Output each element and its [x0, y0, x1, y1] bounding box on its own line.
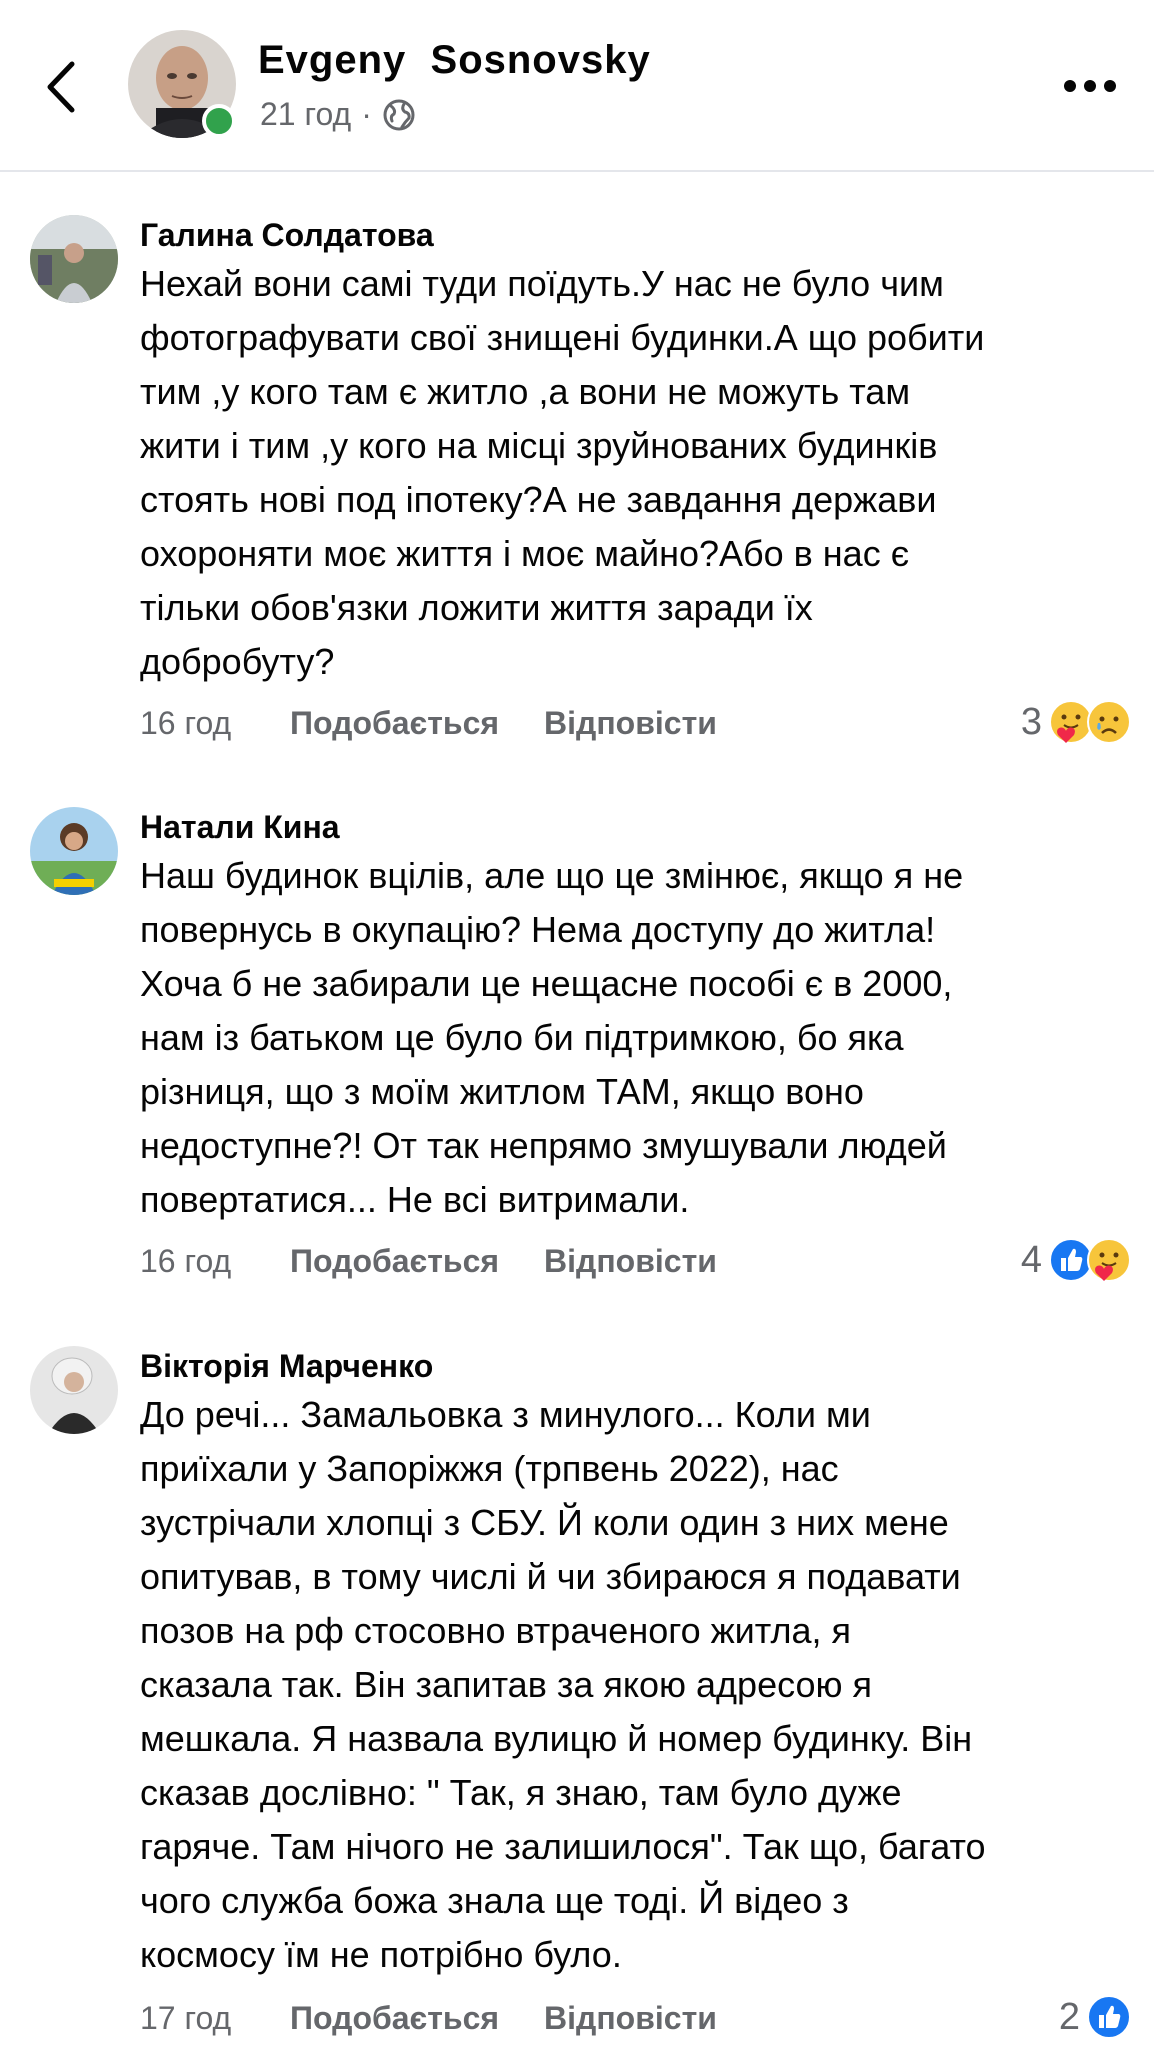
reply-button[interactable]: Відповісти: [544, 2000, 717, 2037]
commenter-name[interactable]: Галина Солдатова: [140, 217, 434, 254]
reply-button[interactable]: Відповісти: [544, 1243, 717, 1280]
like-icon: [1087, 1995, 1131, 2039]
commenter-avatar[interactable]: [30, 215, 118, 303]
more-options-button[interactable]: [1060, 66, 1120, 106]
reply-button[interactable]: Відповісти: [544, 705, 717, 742]
post-time[interactable]: 21 год: [260, 96, 351, 133]
more-dots-icon: [1064, 80, 1116, 92]
comment-time[interactable]: 17 год: [140, 2000, 290, 2037]
back-button[interactable]: [40, 52, 90, 122]
post-header: Evgeny Sosnovsky 21 год ·: [0, 0, 1154, 172]
like-button[interactable]: Подобається: [290, 1243, 499, 1280]
globe-icon: [383, 99, 415, 130]
comment-actions: 16 год Подобається Відповісти: [140, 1243, 717, 1280]
chevron-left-icon: [47, 61, 75, 113]
comment-text: Наш будинок вцілів, але що це змінює, як…: [140, 855, 964, 1220]
comment-text: До речі... Замальовка з минулого... Коли…: [140, 1394, 986, 1975]
online-status-indicator: [202, 104, 236, 138]
reaction-count: 4: [1020, 1238, 1042, 1281]
reaction-count: 2: [1058, 1995, 1080, 2038]
author-name[interactable]: Evgeny Sosnovsky: [258, 38, 651, 83]
comment-time[interactable]: 16 год: [140, 1243, 290, 1280]
sad-icon: [1087, 700, 1131, 744]
reaction-summary[interactable]: 4: [1021, 1237, 1132, 1283]
commenter-name[interactable]: Натали Кина: [140, 809, 340, 846]
comment-actions: 17 год Подобається Відповісти: [140, 2000, 717, 2037]
like-button[interactable]: Подобається: [290, 705, 499, 742]
commenter-avatar[interactable]: [30, 807, 118, 895]
commenter-avatar[interactable]: [30, 1346, 118, 1434]
meta-separator: ·: [361, 96, 372, 132]
commenter-name[interactable]: Вікторія Марченко: [140, 1348, 433, 1385]
comment-time[interactable]: 16 год: [140, 705, 290, 742]
comment-text: Нехай вони самі туди поїдуть.У нас не бу…: [140, 263, 985, 682]
post-meta: 21 год ·: [260, 96, 416, 133]
reaction-count: 3: [1020, 700, 1042, 743]
comment-actions: 16 год Подобається Відповісти: [140, 705, 717, 742]
care-icon: [1087, 1238, 1131, 1282]
reaction-summary[interactable]: 2: [1059, 1994, 1132, 2040]
like-button[interactable]: Подобається: [290, 2000, 499, 2037]
reaction-summary[interactable]: 3: [1021, 699, 1132, 745]
